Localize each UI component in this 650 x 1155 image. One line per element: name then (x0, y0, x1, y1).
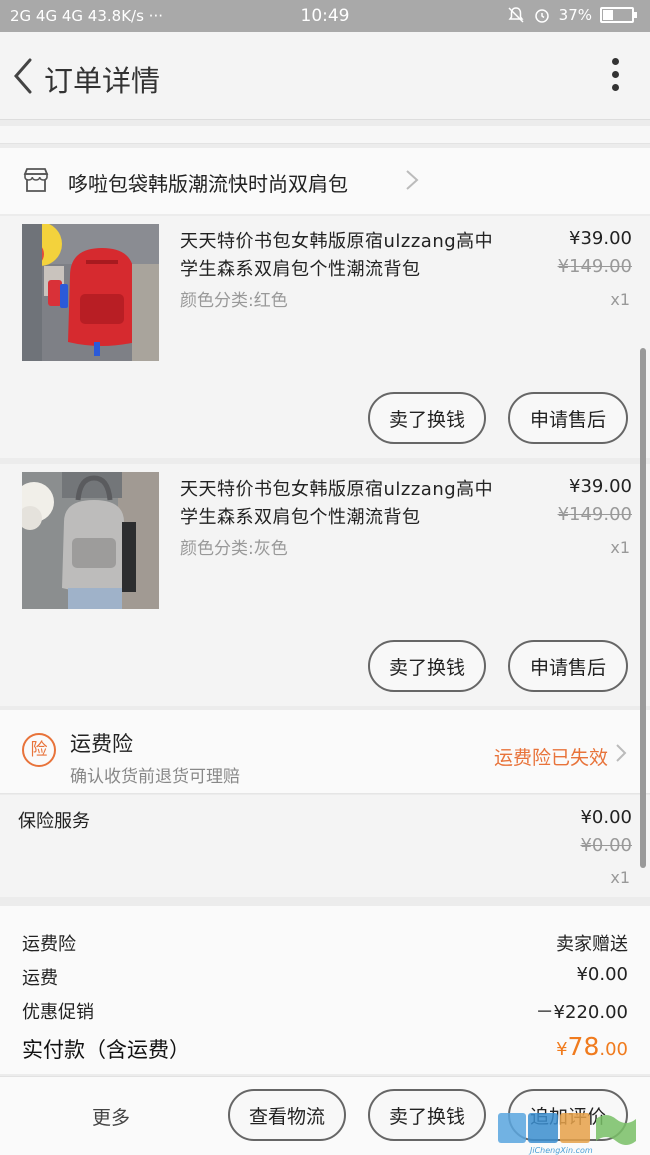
price-summary: 运费险 卖家赠送 运费 ¥0.00 优惠促销 －¥220.00 实付款（含运费）… (0, 906, 650, 1074)
status-bar: 2G 4G 4G 43.8K/s ··· 10:49 37% (0, 0, 650, 32)
product-price: ¥39.00 (569, 476, 632, 497)
insurance-title: 运费险 (70, 732, 133, 756)
apply-aftersale-button[interactable]: 申请售后 (508, 392, 628, 444)
total-label: 实付款（含运费） (22, 1038, 190, 1062)
header: 订单详情 (0, 32, 650, 120)
total-integer: 78 (567, 1032, 600, 1061)
service-quantity: x1 (610, 868, 630, 887)
summary-label: 运费 (22, 968, 58, 989)
summary-row: 运费 ¥0.00 (0, 964, 650, 994)
summary-label: 优惠促销 (22, 1002, 94, 1023)
insurance-icon: 险 (22, 733, 56, 767)
more-vertical-icon[interactable] (612, 58, 620, 94)
alarm-icon (534, 9, 549, 23)
summary-label: 运费险 (22, 934, 76, 955)
insurance-status: 运费险已失效 (493, 747, 608, 769)
product-title[interactable]: 天天特价书包女韩版原宿ulzzang高中学生森系双肩包个性潮流背包 (180, 476, 510, 532)
summary-row: 运费险 卖家赠送 (0, 930, 650, 960)
status-right: 37% (507, 6, 637, 24)
product-original-price: ¥149.00 (557, 504, 632, 525)
shop-row[interactable]: 哆啦包袋韩版潮流快时尚双肩包 (0, 148, 650, 214)
shop-name: 哆啦包袋韩版潮流快时尚双肩包 (68, 172, 348, 196)
chevron-right-icon (406, 170, 419, 190)
back-icon[interactable] (8, 52, 38, 100)
product-original-price: ¥149.00 (557, 256, 632, 277)
service-original-price: ¥0.00 (580, 835, 632, 856)
service-label: 保险服务 (18, 811, 90, 832)
order-item[interactable]: 天天特价书包女韩版原宿ulzzang高中学生森系双肩包个性潮流背包 颜色分类:红… (0, 216, 650, 458)
battery-icon (600, 7, 637, 23)
chevron-right-icon (616, 744, 627, 762)
divider (0, 126, 650, 144)
summary-value: 卖家赠送 (556, 934, 628, 955)
scrollbar[interactable] (640, 348, 646, 868)
battery-percent: 37% (558, 6, 592, 24)
product-title[interactable]: 天天特价书包女韩版原宿ulzzang高中学生森系双肩包个性潮流背包 (180, 228, 510, 284)
total-currency: ¥ (556, 1039, 568, 1060)
product-variant: 颜色分类:灰色 (180, 539, 288, 559)
freight-insurance-row[interactable]: 险 运费险 确认收货前退货可理赔 运费险已失效 (0, 710, 650, 794)
product-price: ¥39.00 (569, 228, 632, 249)
insurance-subtitle: 确认收货前退货可理赔 (70, 767, 240, 787)
watermark-text: JiChengXin.com (530, 1146, 593, 1155)
insurance-service-row: 保险服务 ¥0.00 ¥0.00 x1 (0, 795, 650, 897)
shop-icon (23, 168, 49, 192)
summary-value: ¥0.00 (576, 964, 628, 985)
total-decimal: .00 (599, 1039, 628, 1060)
mute-bell-icon (508, 7, 524, 23)
sell-exchange-button[interactable]: 卖了换钱 (368, 392, 486, 444)
summary-value: －¥220.00 (535, 1002, 628, 1023)
product-quantity: x1 (610, 290, 630, 309)
total-row: 实付款（含运费） ¥78.00 (0, 1032, 650, 1070)
page-title: 订单详情 (44, 64, 161, 98)
more-button[interactable]: 更多 (92, 1103, 130, 1130)
product-thumbnail[interactable] (22, 224, 159, 361)
product-variant: 颜色分类:红色 (180, 291, 288, 311)
summary-row: 优惠促销 －¥220.00 (0, 998, 650, 1028)
sell-exchange-button[interactable]: 卖了换钱 (368, 1089, 486, 1141)
view-logistics-button[interactable]: 查看物流 (228, 1089, 346, 1141)
apply-aftersale-button[interactable]: 申请售后 (508, 640, 628, 692)
service-price: ¥0.00 (580, 807, 632, 828)
total-amount: ¥78.00 (556, 1032, 628, 1061)
product-thumbnail[interactable] (22, 472, 159, 609)
sell-exchange-button[interactable]: 卖了换钱 (368, 640, 486, 692)
order-item[interactable]: 天天特价书包女韩版原宿ulzzang高中学生森系双肩包个性潮流背包 颜色分类:灰… (0, 464, 650, 706)
product-quantity: x1 (610, 538, 630, 557)
